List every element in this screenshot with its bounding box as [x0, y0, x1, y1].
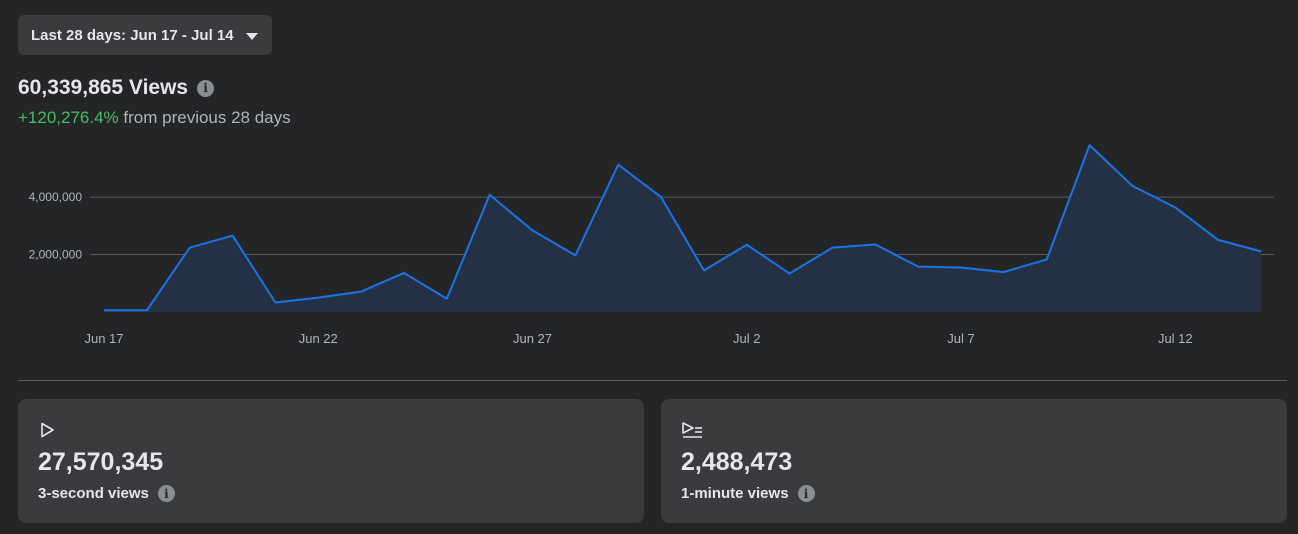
x-tick-label: Jun 17 [84, 331, 123, 346]
metric-value: 27,570,345 [38, 448, 164, 476]
metric-card-3-second: 27,570,345 3-second views i [18, 399, 644, 523]
total-views-heading: 60,339,865 Views i [18, 76, 215, 100]
play-icon [41, 422, 54, 438]
info-icon[interactable]: i [797, 485, 815, 502]
y-tick-label: 4,000,000 [29, 190, 83, 204]
divider [18, 380, 1287, 381]
x-tick-label: Jul 12 [1158, 331, 1193, 346]
x-tick-label: Jul 2 [733, 331, 760, 346]
x-tick-label: Jun 22 [299, 331, 338, 346]
change-percent: +120,276.4% [18, 108, 119, 127]
x-tick-label: Jun 27 [513, 331, 552, 346]
metric-card-1-minute: 2,488,473 1-minute views i [661, 399, 1287, 523]
metric-label: 3-second views [38, 485, 149, 502]
info-icon[interactable]: i [157, 485, 175, 502]
change-suffix: from previous 28 days [118, 108, 291, 127]
x-tick-label: Jul 7 [947, 331, 974, 346]
date-range-dropdown[interactable]: Last 28 days: Jun 17 - Jul 14 [18, 15, 272, 55]
y-tick-label: 2,000,000 [29, 248, 83, 262]
date-range-label: Last 28 days: Jun 17 - Jul 14 [31, 26, 234, 44]
caret-down-icon [245, 32, 258, 40]
metric-label: 1-minute views [681, 485, 789, 502]
info-icon[interactable]: i [197, 79, 215, 97]
metric-value: 2,488,473 [681, 448, 793, 476]
series-area [104, 145, 1261, 312]
change-summary: +120,276.4% from previous 28 days [18, 108, 291, 128]
total-views-value: 60,339,865 Views [18, 76, 189, 99]
views-chart: 2,000,000 4,000,000 Jun 17 Jun 22 Jun 27 Jul … [29, 144, 1274, 346]
play-list-icon [682, 422, 702, 438]
